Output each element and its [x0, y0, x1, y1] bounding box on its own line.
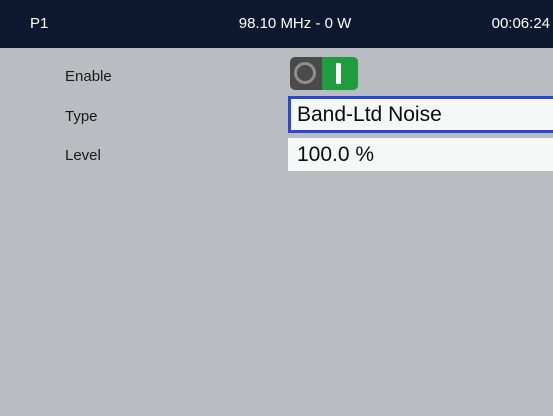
- enable-label: Enable: [65, 68, 112, 85]
- clock-readout: 00:06:24: [491, 15, 550, 32]
- preset-label: P1: [30, 15, 49, 32]
- toggle-on-state: [322, 57, 358, 90]
- level-label: Level: [65, 147, 101, 164]
- enable-toggle[interactable]: [290, 57, 358, 90]
- status-header: P1 98.10 MHz - 0 W 00:06:24: [0, 0, 553, 48]
- circle-off-icon: [294, 62, 316, 84]
- device-screen: P1 98.10 MHz - 0 W 00:06:24 Enable Type …: [0, 0, 553, 416]
- level-field[interactable]: 100.0 %: [288, 138, 553, 171]
- bar-on-icon: [336, 63, 341, 84]
- frequency-power-readout: 98.10 MHz - 0 W: [238, 15, 352, 32]
- type-label: Type: [65, 108, 98, 125]
- type-select[interactable]: Band-Ltd Noise: [288, 96, 553, 133]
